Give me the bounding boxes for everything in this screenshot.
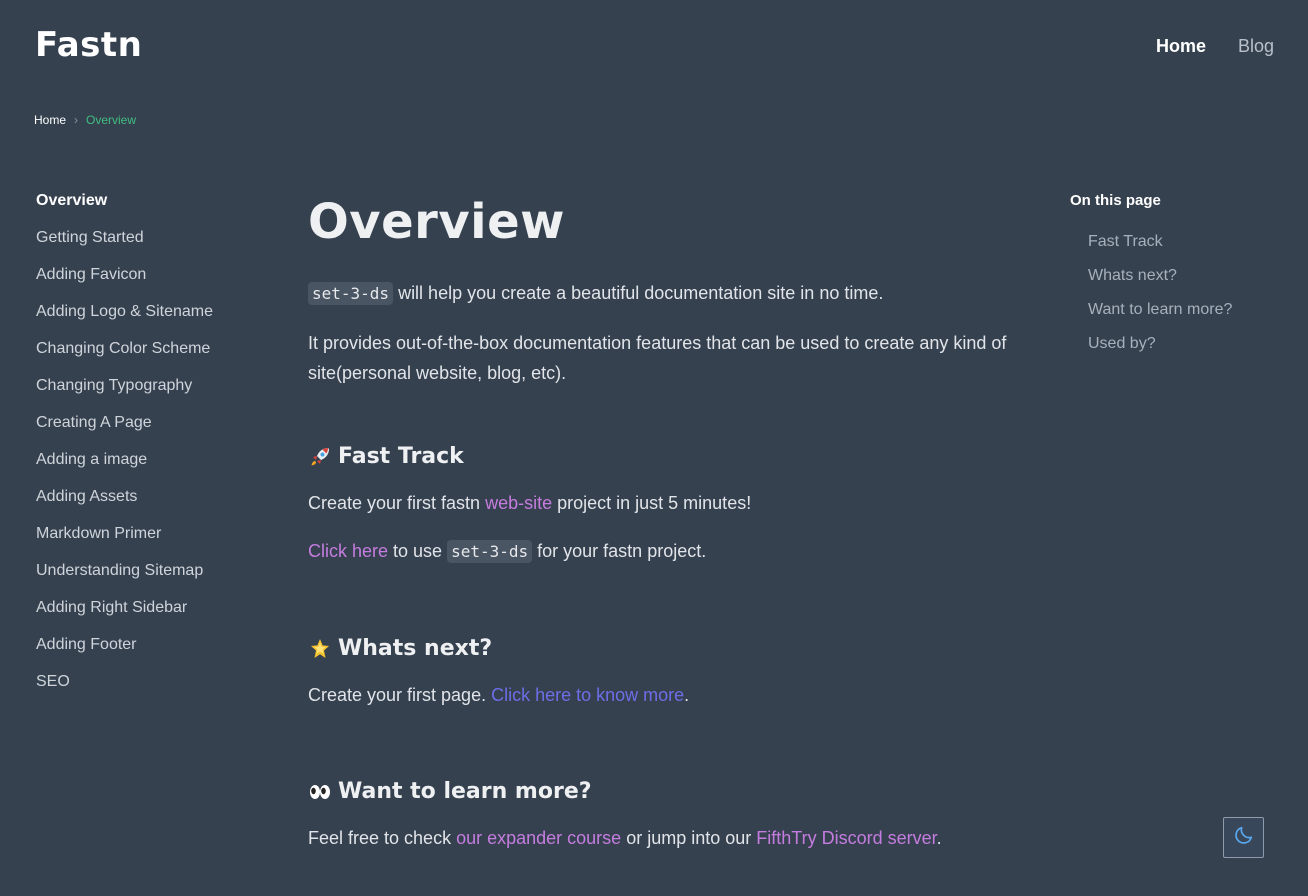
main-content: Overview set-3-ds will help you create a… (308, 190, 1008, 853)
breadcrumb-home[interactable]: Home (34, 113, 66, 127)
moon-icon (1233, 824, 1255, 851)
chevron-right-icon: › (74, 113, 79, 127)
know-more-link[interactable]: Click here to know more (491, 685, 684, 705)
breadcrumb: Home › Overview (34, 113, 136, 127)
sidebar-item-creating-a-page[interactable]: Creating A Page (36, 413, 256, 450)
text-segment: project in just 5 minutes! (552, 493, 752, 513)
click-here-link[interactable]: Click here (308, 541, 388, 561)
web-site-link[interactable]: web-site (485, 493, 552, 513)
inline-code: set-3-ds (447, 540, 533, 563)
sidebar-item-changing-typography[interactable]: Changing Typography (36, 376, 256, 413)
sidebar-item-getting-started[interactable]: Getting Started (36, 228, 256, 265)
eyes-icon (308, 780, 332, 804)
sidebar-item-overview[interactable]: Overview (36, 191, 256, 228)
text-segment: Create your first page. (308, 685, 492, 705)
sidebar-item-adding-assets[interactable]: Adding Assets (36, 487, 256, 524)
page-title: Overview (308, 194, 565, 250)
nav-blog-link[interactable]: Blog (1238, 36, 1274, 57)
section-heading-learn-more: Want to learn more? (308, 777, 1008, 807)
toc-item-fast-track[interactable]: Fast Track (1088, 231, 1290, 265)
text-segment: for your fastn project. (532, 541, 707, 561)
toc-item-whats-next[interactable]: Whats next? (1088, 265, 1290, 299)
intro-paragraph: set-3-ds will help you create a beautifu… (308, 278, 1008, 309)
toc-title: On this page (1070, 192, 1161, 209)
text-segment: . (684, 685, 690, 705)
whats-next-paragraph: Create your first page. Click here to kn… (308, 680, 1008, 710)
text-segment: . (936, 828, 942, 848)
toc-list: Fast Track Whats next? Want to learn mor… (1070, 231, 1290, 367)
site-logo[interactable]: Fastn (35, 25, 142, 65)
section-heading-text: Whats next? (338, 636, 493, 661)
sidebar-item-seo[interactable]: SEO (36, 672, 256, 709)
sidebar-item-adding-footer[interactable]: Adding Footer (36, 635, 256, 672)
sidebar-item-changing-color-scheme[interactable]: Changing Color Scheme (36, 339, 256, 376)
text-segment: Create your first fastn (308, 493, 486, 513)
sidebar-item-understanding-sitemap[interactable]: Understanding Sitemap (36, 561, 256, 598)
text-segment: to use (388, 541, 448, 561)
theme-toggle-button[interactable] (1223, 817, 1264, 858)
rocket-icon (308, 445, 332, 469)
sidebar-item-adding-a-image[interactable]: Adding a image (36, 450, 256, 487)
fast-track-paragraph-2: Click here to use set-3-ds for your fast… (308, 536, 1008, 567)
table-of-contents: On this page Fast Track Whats next? Want… (1070, 191, 1290, 367)
sidebar: Overview Getting Started Adding Favicon … (36, 191, 256, 709)
expander-course-link[interactable]: our expander course (456, 828, 621, 848)
top-nav: Home Blog (1156, 36, 1274, 57)
intro-paragraph-2: It provides out-of-the-box documentation… (308, 333, 1007, 383)
sidebar-item-markdown-primer[interactable]: Markdown Primer (36, 524, 256, 561)
toc-item-learn-more[interactable]: Want to learn more? (1088, 299, 1290, 333)
section-heading-fast-track: Fast Track (308, 442, 1008, 472)
fast-track-paragraph-1: Create your first fastn web-site project… (308, 488, 1008, 518)
sidebar-item-adding-right-sidebar[interactable]: Adding Right Sidebar (36, 598, 256, 635)
learn-more-paragraph: Feel free to check our expander course o… (308, 823, 1008, 853)
sidebar-item-adding-favicon[interactable]: Adding Favicon (36, 265, 256, 302)
section-heading-whats-next: Whats next? (308, 634, 1008, 664)
glowing-star-icon (308, 637, 332, 661)
nav-home-link[interactable]: Home (1156, 36, 1206, 57)
breadcrumb-current: Overview (86, 113, 137, 127)
section-heading-text: Fast Track (338, 444, 464, 469)
section-heading-text: Want to learn more? (338, 779, 592, 804)
inline-code: set-3-ds (308, 282, 394, 305)
toc-item-used-by[interactable]: Used by? (1088, 333, 1290, 367)
sidebar-item-adding-logo-sitename[interactable]: Adding Logo & Sitename (36, 302, 256, 339)
intro-text: will help you create a beautiful documen… (393, 283, 884, 303)
text-segment: or jump into our (621, 828, 757, 848)
discord-server-link[interactable]: FifthTry Discord server (756, 828, 936, 848)
text-segment: Feel free to check (308, 828, 457, 848)
